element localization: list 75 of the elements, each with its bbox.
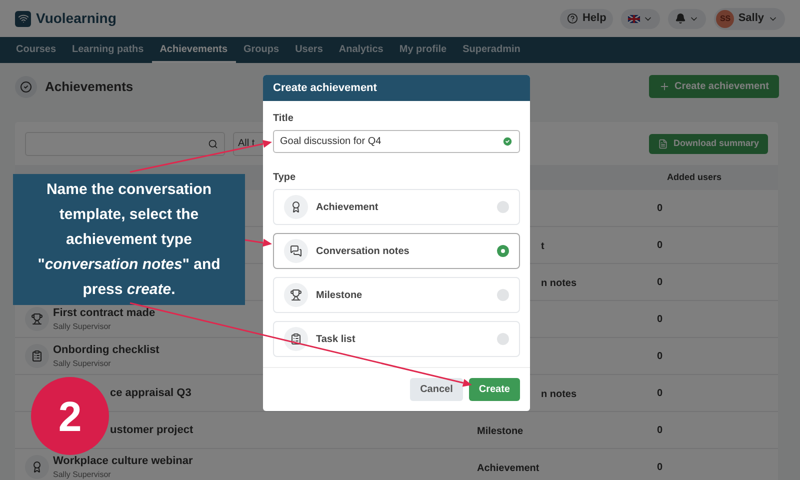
achievement-name: Onbording checklist xyxy=(53,342,160,358)
document-icon xyxy=(658,138,668,148)
help-icon xyxy=(567,13,578,24)
flag-icon xyxy=(628,14,640,22)
chat-bubbles-icon xyxy=(290,245,302,257)
nav-tab[interactable]: Groups xyxy=(236,37,288,63)
trophy-icon xyxy=(290,289,302,301)
award-icon xyxy=(290,201,302,213)
check-badge-icon xyxy=(15,76,37,98)
type-cell: n notes xyxy=(541,278,577,289)
clipboard-icon xyxy=(290,333,302,345)
logo-text: Vuolearning xyxy=(36,9,116,28)
option-label: Task list xyxy=(316,332,356,346)
added-users-cell-text: 0 xyxy=(657,460,663,474)
type-option[interactable]: Milestone xyxy=(273,277,520,313)
radio-button[interactable] xyxy=(497,245,509,257)
type-option[interactable]: Task list xyxy=(273,321,520,357)
option-label: Achievement xyxy=(316,200,378,214)
clipboard-icon xyxy=(31,350,43,362)
achievement-name: ce appraisal Q3 xyxy=(110,386,192,401)
nav-tab[interactable]: Achievements xyxy=(152,37,236,63)
achievement-name: Workplace culture webinar xyxy=(53,454,193,469)
help-button[interactable]: Help xyxy=(560,8,614,28)
notifications-button[interactable] xyxy=(668,8,706,28)
title-input-field[interactable]: Goal discussion for Q4 xyxy=(273,130,520,153)
added-users-cell-text: 0 xyxy=(657,350,663,364)
award-icon xyxy=(31,461,43,473)
achievement-name: ustomer project xyxy=(110,422,194,438)
plus-icon xyxy=(658,81,670,92)
owner-name: Sally Supervisor xyxy=(53,469,112,480)
nav-tab[interactable]: Learning paths xyxy=(64,37,152,63)
user-name: Sally xyxy=(738,11,764,26)
owner-name: Sally Supervisor xyxy=(53,358,112,370)
language-button[interactable] xyxy=(621,8,660,28)
nav-tab[interactable]: My profile xyxy=(391,37,455,63)
achievement-name: First contract made xyxy=(53,306,156,321)
create-achievement-button[interactable]: Create achievement xyxy=(648,75,779,98)
option-label: Conversation notes xyxy=(316,244,410,258)
nav-tab[interactable]: Users xyxy=(287,37,331,63)
nav-tab[interactable]: Courses xyxy=(8,37,64,63)
title-input-value: Goal discussion for Q4 xyxy=(280,135,382,149)
type-cell: n notes xyxy=(541,389,577,400)
nav-tab[interactable]: Analytics xyxy=(330,37,392,63)
added-users-cell-text: 0 xyxy=(657,202,663,216)
radio-button[interactable] xyxy=(497,333,509,345)
owner-name: Sally Supervisor xyxy=(53,321,112,334)
search-icon xyxy=(208,138,218,148)
radio-button[interactable] xyxy=(497,201,509,213)
download-summary-button[interactable]: Download summary xyxy=(649,134,768,154)
instruction-text: Name the conversation template, select the achievement type "conversation notes" and press create. xyxy=(36,180,222,300)
type-option[interactable]: Conversation notes xyxy=(273,233,520,269)
added-users-cell-text: 0 xyxy=(657,276,663,290)
radio-button[interactable] xyxy=(497,289,509,301)
bell-icon xyxy=(675,13,686,24)
field-label: Type xyxy=(273,171,297,185)
search-field[interactable] xyxy=(25,132,225,156)
field-label: Title xyxy=(273,112,294,126)
nav-tab[interactable]: Superadmin xyxy=(454,37,528,63)
type-cell: Milestone xyxy=(477,426,524,437)
added-users-cell-text: 0 xyxy=(657,386,663,400)
type-cell: Achievement xyxy=(477,463,540,474)
logo-icon xyxy=(15,10,31,26)
cancel-button[interactable]: Cancel xyxy=(410,378,463,401)
page-title: Achievements xyxy=(45,78,134,96)
added-users-cell-text: 0 xyxy=(657,238,663,252)
added-users-cell-text: 0 xyxy=(657,312,663,326)
added-users-cell-text: 0 xyxy=(657,424,663,438)
trophy-icon xyxy=(31,313,43,325)
type-option[interactable]: Achievement xyxy=(273,189,520,225)
dialog-title: Create achievement xyxy=(273,80,377,96)
leader-arrow xyxy=(244,238,272,247)
type-cell: t xyxy=(541,241,544,252)
column-header: Added users xyxy=(667,170,722,184)
option-label: Milestone xyxy=(316,288,362,302)
create-button[interactable]: Create xyxy=(468,378,520,401)
